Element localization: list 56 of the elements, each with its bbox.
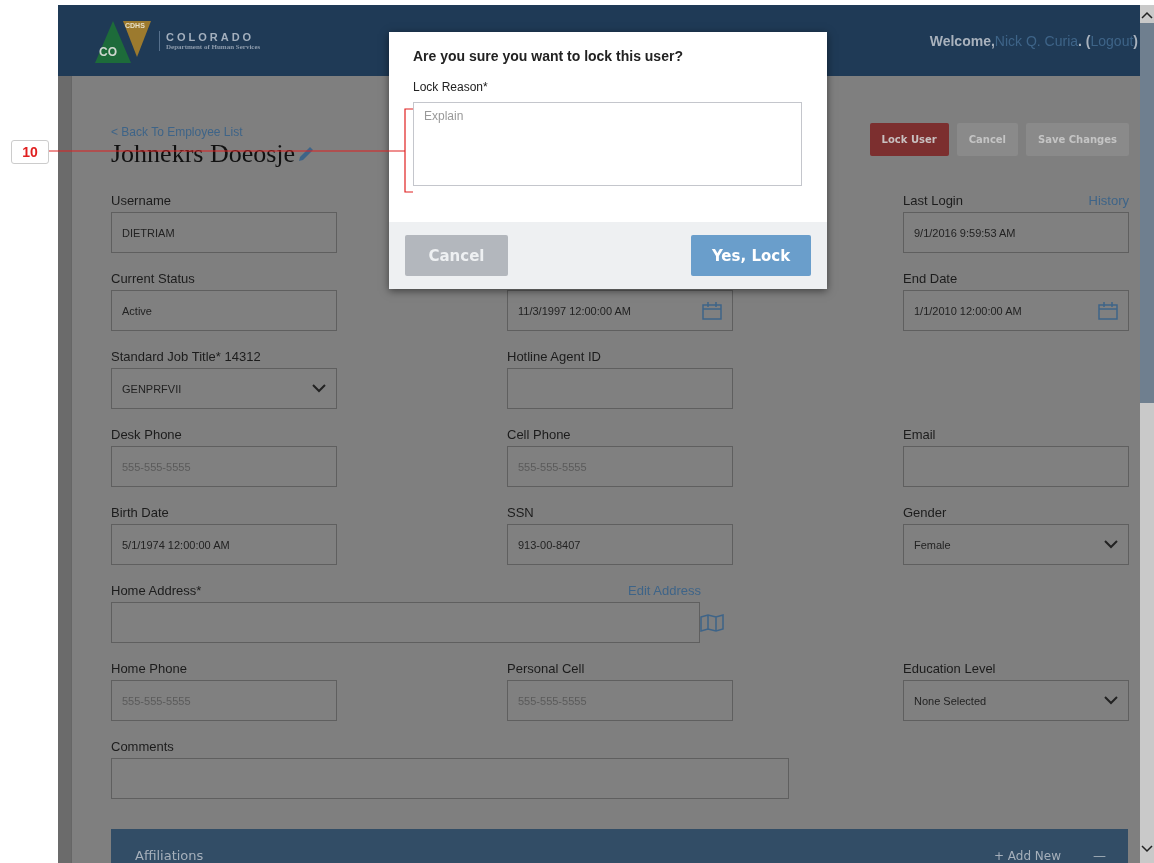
select-field[interactable]: GENPRFVII bbox=[111, 368, 337, 409]
scrollbar[interactable] bbox=[1140, 5, 1154, 863]
field-label: Current Status bbox=[111, 271, 195, 286]
lock-reason-field[interactable]: Explain bbox=[413, 102, 802, 186]
field-label: Cell Phone bbox=[507, 427, 571, 442]
calendar-icon[interactable] bbox=[1098, 301, 1118, 320]
comments-field[interactable] bbox=[111, 758, 789, 799]
text-field[interactable] bbox=[903, 446, 1129, 487]
field-label: Home Address* bbox=[111, 583, 202, 598]
text-field[interactable]: 5/1/1974 12:00:00 AM bbox=[111, 524, 337, 565]
field-label: Last Login bbox=[903, 193, 963, 208]
punctuation: . ( bbox=[1078, 32, 1091, 49]
field-label: Hotline Agent ID bbox=[507, 349, 601, 364]
collapse-button[interactable]: — bbox=[1093, 848, 1106, 863]
lock-user-button[interactable]: Lock User bbox=[869, 123, 949, 156]
field-label: Personal Cell bbox=[507, 661, 585, 676]
text-field[interactable] bbox=[507, 368, 733, 409]
scroll-up-icon[interactable] bbox=[1141, 11, 1153, 19]
welcome-text: Welcome, bbox=[929, 32, 995, 49]
section-title: Affiliations bbox=[135, 848, 205, 863]
map-icon[interactable] bbox=[700, 613, 724, 632]
text-field[interactable]: Active bbox=[111, 290, 337, 331]
chevron-down-icon bbox=[312, 384, 326, 393]
field-label: End Date bbox=[903, 271, 958, 286]
select-field[interactable]: None Selected bbox=[903, 680, 1129, 721]
chevron-down-icon bbox=[1104, 696, 1118, 705]
field-label: Gender bbox=[903, 505, 947, 520]
scroll-down-icon[interactable] bbox=[1141, 845, 1153, 853]
punctuation: ) bbox=[1133, 32, 1138, 49]
field-label: Lock Reason* bbox=[413, 80, 489, 94]
date-field[interactable]: 1/1/2010 12:00:00 AM bbox=[903, 290, 1129, 331]
confirm-button[interactable]: Yes, Lock bbox=[691, 235, 811, 276]
field-label: Desk Phone bbox=[111, 427, 182, 442]
field-label: Home Phone bbox=[111, 661, 187, 676]
field-label: Email bbox=[903, 427, 936, 442]
field-label: Username bbox=[111, 193, 171, 208]
chevron-down-icon bbox=[1104, 540, 1118, 549]
text-field[interactable]: 9/1/2016 9:59:53 AM bbox=[903, 212, 1129, 253]
date-field[interactable]: 11/3/1997 12:00:00 AM bbox=[507, 290, 733, 331]
text-field[interactable]: 913-00-8407 bbox=[507, 524, 733, 565]
field-label: Standard Job Title* 14312 bbox=[111, 349, 261, 364]
text-field[interactable]: DIETRIAM bbox=[111, 212, 337, 253]
field-label: Comments bbox=[111, 739, 174, 754]
field-label: Birth Date bbox=[111, 505, 169, 520]
callout-badge: 10 bbox=[11, 140, 49, 164]
pencil-icon[interactable] bbox=[297, 145, 316, 163]
field-label: SSN bbox=[507, 505, 534, 520]
logo-letters: CO bbox=[99, 44, 117, 59]
dialog-title: Are you sure you want to lock this user? bbox=[413, 48, 684, 64]
org-name: COLORADO bbox=[166, 30, 256, 43]
field-label: Education Level bbox=[903, 661, 996, 676]
calendar-icon[interactable] bbox=[702, 301, 722, 320]
add-new-link[interactable]: + Add New bbox=[993, 849, 1061, 863]
employee-name: Johnekrs Doeosje bbox=[111, 139, 296, 169]
address-field[interactable] bbox=[111, 602, 700, 643]
select-field[interactable]: Female bbox=[903, 524, 1129, 565]
